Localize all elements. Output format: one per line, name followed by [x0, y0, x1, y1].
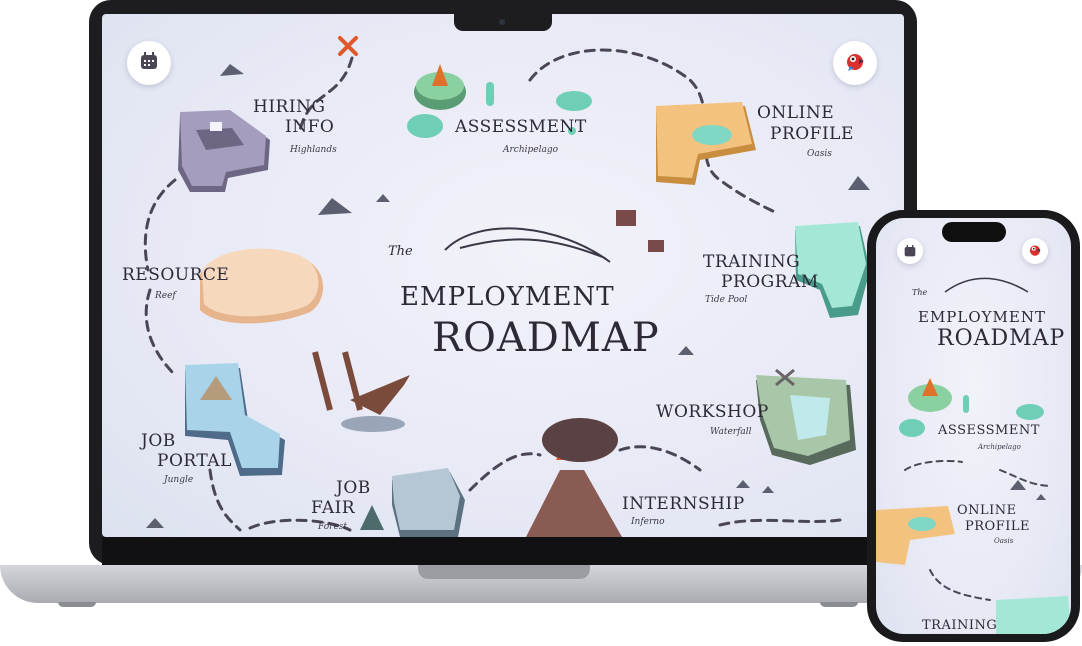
phone-online-profile-name-2: Profile: [965, 519, 1030, 534]
phone-title-the: The: [912, 288, 928, 297]
parrot-avatar-icon: [1028, 242, 1042, 261]
phone-online-profile-name-1[interactable]: Online: [957, 504, 1017, 517]
phone-title-employment: Employment: [918, 308, 1047, 326]
calendar-icon: [904, 242, 916, 261]
phone-avatar-button[interactable]: [1022, 238, 1048, 264]
phone-title-roadmap: Roadmap: [937, 326, 1066, 351]
phone-assessment-name[interactable]: Assessment: [938, 424, 1040, 437]
phone-training-name-partial[interactable]: Training: [922, 619, 997, 632]
phone-assessment-sub: Archipelago: [978, 443, 1021, 451]
phone-calendar-button[interactable]: [897, 238, 923, 264]
phone-online-profile-sub: Oasis: [994, 537, 1014, 545]
